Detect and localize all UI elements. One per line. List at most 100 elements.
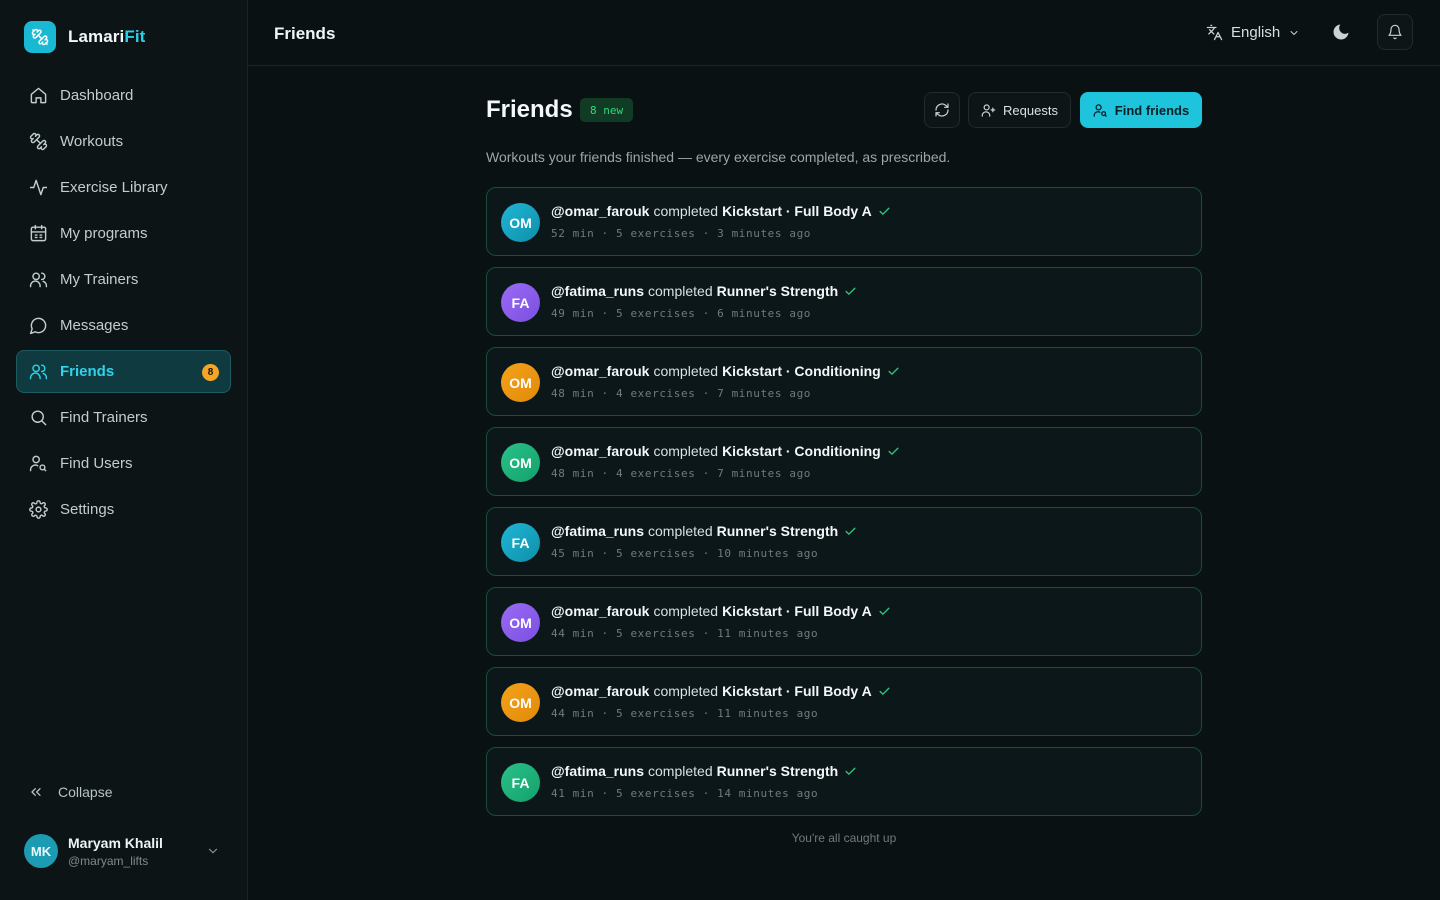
activity-feed: OM @omar_farouk completed Kickstart · Fu… [486,187,1202,816]
topbar: Friends English [248,0,1440,66]
workout-name: Runner's Strength [716,283,839,299]
check-icon [888,367,899,375]
user-handle-link[interactable]: @omar_farouk [551,443,649,459]
feed-verb: completed [648,763,713,779]
feed-item-meta: 41 min · 5 exercises · 14 minutes ago [551,787,819,800]
language-selector[interactable]: English [1206,24,1300,41]
user-name: Maryam Khalil [68,834,163,851]
sidebar-item-messages[interactable]: Messages [16,304,231,347]
feed-item-headline: @omar_farouk completed Kickstart · Condi… [551,363,900,379]
avatar: OM [501,683,540,722]
sidebar-item-label: Dashboard [60,87,134,104]
sidebar-item-label: My Trainers [60,271,139,288]
avatar: FA [501,283,540,322]
sidebar-item-friends[interactable]: Friends 8 [16,350,231,393]
feed-item-meta: 44 min · 5 exercises · 11 minutes ago [551,627,819,640]
user-handle-link[interactable]: @fatima_runs [551,763,644,779]
feed-item[interactable]: FA @fatima_runs completed Runner's Stren… [486,507,1202,576]
feed-item[interactable]: OM @omar_farouk completed Kickstart · Fu… [486,667,1202,736]
feed-verb: completed [648,523,713,539]
feed-item-meta: 48 min · 4 exercises · 7 minutes ago [551,387,812,400]
sidebar-item-find-users[interactable]: Find Users [16,442,231,485]
feed-item-headline: @omar_farouk completed Kickstart · Full … [551,203,891,219]
feed-verb: completed [653,603,719,619]
feed-item-headline: @omar_farouk completed Kickstart · Condi… [551,443,900,459]
sidebar-item-exercise-library[interactable]: Exercise Library [16,166,231,209]
sidebar-item-label: Friends [60,363,115,380]
check-icon [845,527,856,535]
check-icon [879,607,890,615]
bell-icon [1388,24,1402,40]
avatar: OM [501,363,540,402]
collapse-button[interactable]: Collapse [28,784,112,800]
calendar-icon [30,224,47,242]
user-handle-link[interactable]: @fatima_runs [551,523,644,539]
workout-name: Kickstart · Full Body A [722,203,872,219]
sidebar: LamariFit Dashboard Workouts Exercise Li… [0,0,248,900]
user-handle-link[interactable]: @omar_farouk [551,203,649,219]
sidebar-item-label: Settings [60,501,115,518]
feed-verb: completed [653,443,719,459]
feed-item-headline: @fatima_runs completed Runner's Strength [551,523,857,539]
avatar: MK [24,834,58,868]
workout-name: Kickstart · Conditioning [722,443,881,459]
sidebar-item-my-trainers[interactable]: My Trainers [16,258,231,301]
theme-toggle-button[interactable] [1331,22,1351,47]
user-handle-link[interactable]: @omar_farouk [551,603,649,619]
feed-item[interactable]: FA @fatima_runs completed Runner's Stren… [486,267,1202,336]
notifications-button[interactable] [1377,14,1413,50]
gear-icon [29,500,48,519]
check-icon [879,687,890,695]
feed-item-headline: @omar_farouk completed Kickstart · Full … [551,683,891,699]
avatar: OM [501,603,540,642]
page-title: Friends [274,24,336,43]
workout-name: Runner's Strength [716,763,839,779]
brand[interactable]: LamariFit [24,21,145,53]
feed-end-message: You're all caught up [791,831,897,845]
feed-item-meta: 52 min · 5 exercises · 3 minutes ago [551,227,812,240]
user-search-icon [29,455,47,472]
user-search-icon [1093,103,1107,117]
collapse-label: Collapse [58,784,113,800]
feed-item-meta: 49 min · 5 exercises · 6 minutes ago [551,307,812,320]
feed-item[interactable]: FA @fatima_runs completed Runner's Stren… [486,747,1202,816]
refresh-icon [935,103,949,117]
sidebar-item-label: Exercise Library [60,179,168,196]
sidebar-item-find-trainers[interactable]: Find Trainers [16,396,231,439]
feed-item[interactable]: OM @omar_farouk completed Kickstart · Co… [486,347,1202,416]
find-friends-label: Find friends [1114,102,1190,118]
feed-item-meta: 44 min · 5 exercises · 11 minutes ago [551,707,819,720]
feed-item-meta: 48 min · 4 exercises · 7 minutes ago [551,467,812,480]
user-handle-link[interactable]: @fatima_runs [551,283,644,299]
workout-name: Runner's Strength [716,523,839,539]
user-plus-icon [981,103,996,117]
sidebar-item-label: Workouts [60,133,124,150]
chevron-down-icon [208,848,218,854]
workout-name: Kickstart · Conditioning [722,363,881,379]
requests-label: Requests [1003,102,1058,118]
friends-count-badge: 8 [202,364,219,381]
refresh-button[interactable] [924,92,960,128]
feed-item[interactable]: OM @omar_farouk completed Kickstart · Fu… [486,587,1202,656]
chevrons-left-icon [31,788,41,796]
sidebar-item-dashboard[interactable]: Dashboard [16,74,231,117]
sidebar-item-my-programs[interactable]: My programs [16,212,231,255]
sidebar-item-label: Find Users [60,455,133,472]
sidebar-item-workouts[interactable]: Workouts [16,120,231,163]
dumbbell-logo-icon [24,21,56,53]
feed-item[interactable]: OM @omar_farouk completed Kickstart · Co… [486,427,1202,496]
page-subtitle: Workouts your friends finished — every e… [486,149,951,165]
feed-verb: completed [653,683,719,699]
activity-icon [29,179,48,196]
friends-heading: Friends [486,96,573,123]
feed-item[interactable]: OM @omar_farouk completed Kickstart · Fu… [486,187,1202,256]
find-friends-button[interactable]: Find friends [1080,92,1202,128]
requests-button[interactable]: Requests [968,92,1071,128]
user-handle-link[interactable]: @omar_farouk [551,363,649,379]
sidebar-item-settings[interactable]: Settings [16,488,231,531]
brand-name: LamariFit [68,27,146,46]
workout-name: Kickstart · Full Body A [722,603,872,619]
sidebar-item-label: Find Trainers [60,409,148,426]
user-handle-link[interactable]: @omar_farouk [551,683,649,699]
user-menu[interactable]: MK Maryam Khalil @maryam_lifts [24,834,224,868]
